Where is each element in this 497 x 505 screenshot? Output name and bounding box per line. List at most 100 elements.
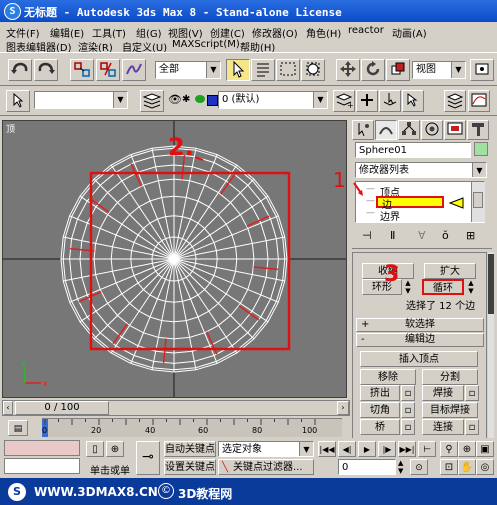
track-bar[interactable]: ▤ 0 20 40 60 80 100 — [0, 416, 350, 438]
tab-modify[interactable] — [375, 120, 397, 140]
stack-scrollbar[interactable] — [471, 182, 485, 222]
frame-spinner[interactable]: ▲ ▼ — [398, 459, 408, 475]
set-current-layer-button[interactable] — [402, 90, 424, 112]
object-color-swatch[interactable] — [474, 142, 488, 156]
key-mode-button[interactable]: ⊢ — [418, 441, 436, 457]
ring-spinner[interactable]: ▲ ▼ — [403, 279, 413, 295]
weld-button[interactable]: 焊接 — [422, 385, 464, 401]
configure-modifier-sets-icon[interactable]: ⊞ — [466, 229, 475, 242]
redo-button[interactable] — [34, 59, 58, 81]
object-name-field[interactable]: Sphere01 — [355, 142, 471, 158]
absolute-mode-button[interactable]: ⊕ — [106, 441, 124, 457]
snowflake-icon[interactable]: ✱ — [182, 94, 190, 105]
reference-coordinate-dropdown[interactable]: 视图 ▼ — [412, 61, 466, 79]
time-slider-track[interactable]: ‹ 0 / 100 › — [2, 400, 350, 416]
select-and-scale-button[interactable] — [386, 59, 410, 81]
select-in-layer-button[interactable] — [379, 90, 401, 112]
edit-edges-rollout[interactable]: - 编辑边 — [356, 333, 484, 347]
named-selection-sets-input[interactable]: ▼ — [34, 91, 128, 109]
menu-create[interactable]: 创建(C) — [210, 25, 245, 40]
tab-display[interactable] — [444, 120, 466, 140]
layer-manager-button[interactable] — [140, 90, 164, 112]
go-to-end-button[interactable]: ▶▶| — [398, 441, 416, 457]
split-button[interactable]: 分割 — [422, 369, 478, 385]
select-by-name-button[interactable] — [251, 59, 275, 81]
make-unique-icon[interactable]: ∀ — [418, 229, 426, 242]
rectangular-selection-button[interactable] — [276, 59, 300, 81]
target-weld-button[interactable]: 目标焊接 — [422, 402, 478, 418]
stack-item-vertex[interactable]: — 顶点 — [358, 184, 470, 199]
extrude-button[interactable]: 挤出 — [360, 385, 400, 401]
menu-modifiers[interactable]: 修改器(O) — [252, 25, 298, 40]
region-zoom-button[interactable]: ⊡ — [440, 459, 458, 475]
select-object-button[interactable] — [226, 59, 250, 81]
insert-vertex-button[interactable]: 插入顶点 — [360, 351, 478, 367]
top-viewport[interactable]: 顶 x y 2. — [2, 120, 347, 398]
zoom-button[interactable]: ⚲ — [440, 441, 458, 457]
bridge-button[interactable]: 桥 — [360, 419, 400, 435]
connect-settings-button[interactable]: ▫ — [465, 419, 479, 435]
menu-animation[interactable]: 动画(A) — [392, 25, 427, 40]
soft-selection-rollout[interactable]: + 软选择 — [356, 318, 484, 332]
pan-button[interactable]: ✋ — [458, 459, 476, 475]
chevron-left-icon[interactable]: ‹ — [3, 401, 13, 415]
eye-icon[interactable]: 👁 — [168, 93, 182, 106]
maxscript-listener-white[interactable] — [4, 458, 80, 474]
selection-lock-button[interactable]: ▯ — [86, 441, 104, 457]
tab-hierarchy[interactable] — [398, 120, 420, 140]
menu-edit[interactable]: 编辑(E) — [50, 25, 84, 40]
current-frame-field[interactable]: 0 — [338, 459, 396, 475]
bind-space-warp-button[interactable] — [122, 59, 146, 81]
pivot-center-button[interactable] — [470, 59, 494, 81]
selection-filter-dropdown[interactable]: 全部 ▼ — [155, 61, 221, 79]
create-layer-button[interactable]: + — [333, 90, 355, 112]
menu-views[interactable]: 视图(V) — [168, 25, 203, 40]
menu-tools[interactable]: 工具(T) — [92, 25, 126, 40]
curve-editor-button[interactable] — [468, 90, 490, 112]
time-configuration-button[interactable]: ⊙ — [410, 459, 428, 475]
chevron-right-icon[interactable]: › — [337, 401, 349, 415]
render-teapot-icon[interactable] — [195, 95, 205, 103]
menu-file[interactable]: 文件(F) — [6, 25, 40, 40]
set-key-large-button[interactable]: ⊸ — [136, 441, 160, 475]
tab-motion[interactable] — [421, 120, 443, 140]
loop-spinner[interactable]: ▲ ▼ — [466, 279, 476, 295]
play-button[interactable]: ▶ — [358, 441, 376, 457]
connect-button[interactable]: 连接 — [422, 419, 464, 435]
loop-button[interactable]: 循环 — [422, 279, 464, 295]
grow-button[interactable]: 扩大 — [424, 263, 476, 279]
tab-create[interactable] — [352, 120, 374, 140]
time-slider-thumb[interactable]: 0 / 100 — [15, 401, 109, 415]
unlink-button[interactable] — [96, 59, 120, 81]
layer-properties-button[interactable] — [444, 90, 466, 112]
key-selection-dropdown[interactable]: 选定对象 ▼ — [218, 441, 314, 457]
named-selection-button[interactable] — [6, 90, 30, 112]
bridge-settings-button[interactable]: ▫ — [401, 419, 415, 435]
chamfer-settings-button[interactable]: ▫ — [401, 402, 415, 418]
weld-settings-button[interactable]: ▫ — [465, 385, 479, 401]
remove-button[interactable]: 移除 — [360, 369, 416, 385]
auto-key-button[interactable]: 自动关键点 — [164, 441, 216, 457]
previous-frame-button[interactable]: ◀| — [338, 441, 356, 457]
select-and-rotate-button[interactable] — [361, 59, 385, 81]
zoom-extents-button[interactable]: ▣ — [476, 441, 494, 457]
chamfer-button[interactable]: 切角 — [360, 402, 400, 418]
pin-stack-icon[interactable]: ⊣ — [362, 229, 372, 242]
3dsmax-app-icon[interactable]: S — [4, 3, 21, 20]
arc-rotate-button[interactable]: ◎ — [476, 459, 494, 475]
menu-character[interactable]: 角色(H) — [306, 25, 341, 40]
menu-reactor[interactable]: reactor — [348, 25, 384, 36]
select-and-move-button[interactable] — [336, 59, 360, 81]
layer-dropdown[interactable]: 0 (默认) ▼ — [218, 91, 328, 109]
key-filters-button[interactable]: ╲ 关键点过滤器... — [218, 459, 314, 475]
remove-modifier-icon[interactable]: ŏ — [442, 229, 449, 242]
zoom-all-button[interactable]: ⊕ — [458, 441, 476, 457]
tab-utilities[interactable] — [467, 120, 489, 140]
show-end-result-icon[interactable]: Ⅱ — [390, 229, 395, 242]
select-and-link-button[interactable] — [70, 59, 94, 81]
menu-maxscript[interactable]: MAXScript(M) — [172, 39, 240, 50]
window-crossing-button[interactable] — [301, 59, 325, 81]
go-to-start-button[interactable]: |◀◀ — [318, 441, 336, 457]
track-bar-toggle-button[interactable]: ▤ — [8, 420, 28, 436]
extrude-settings-button[interactable]: ▫ — [401, 385, 415, 401]
